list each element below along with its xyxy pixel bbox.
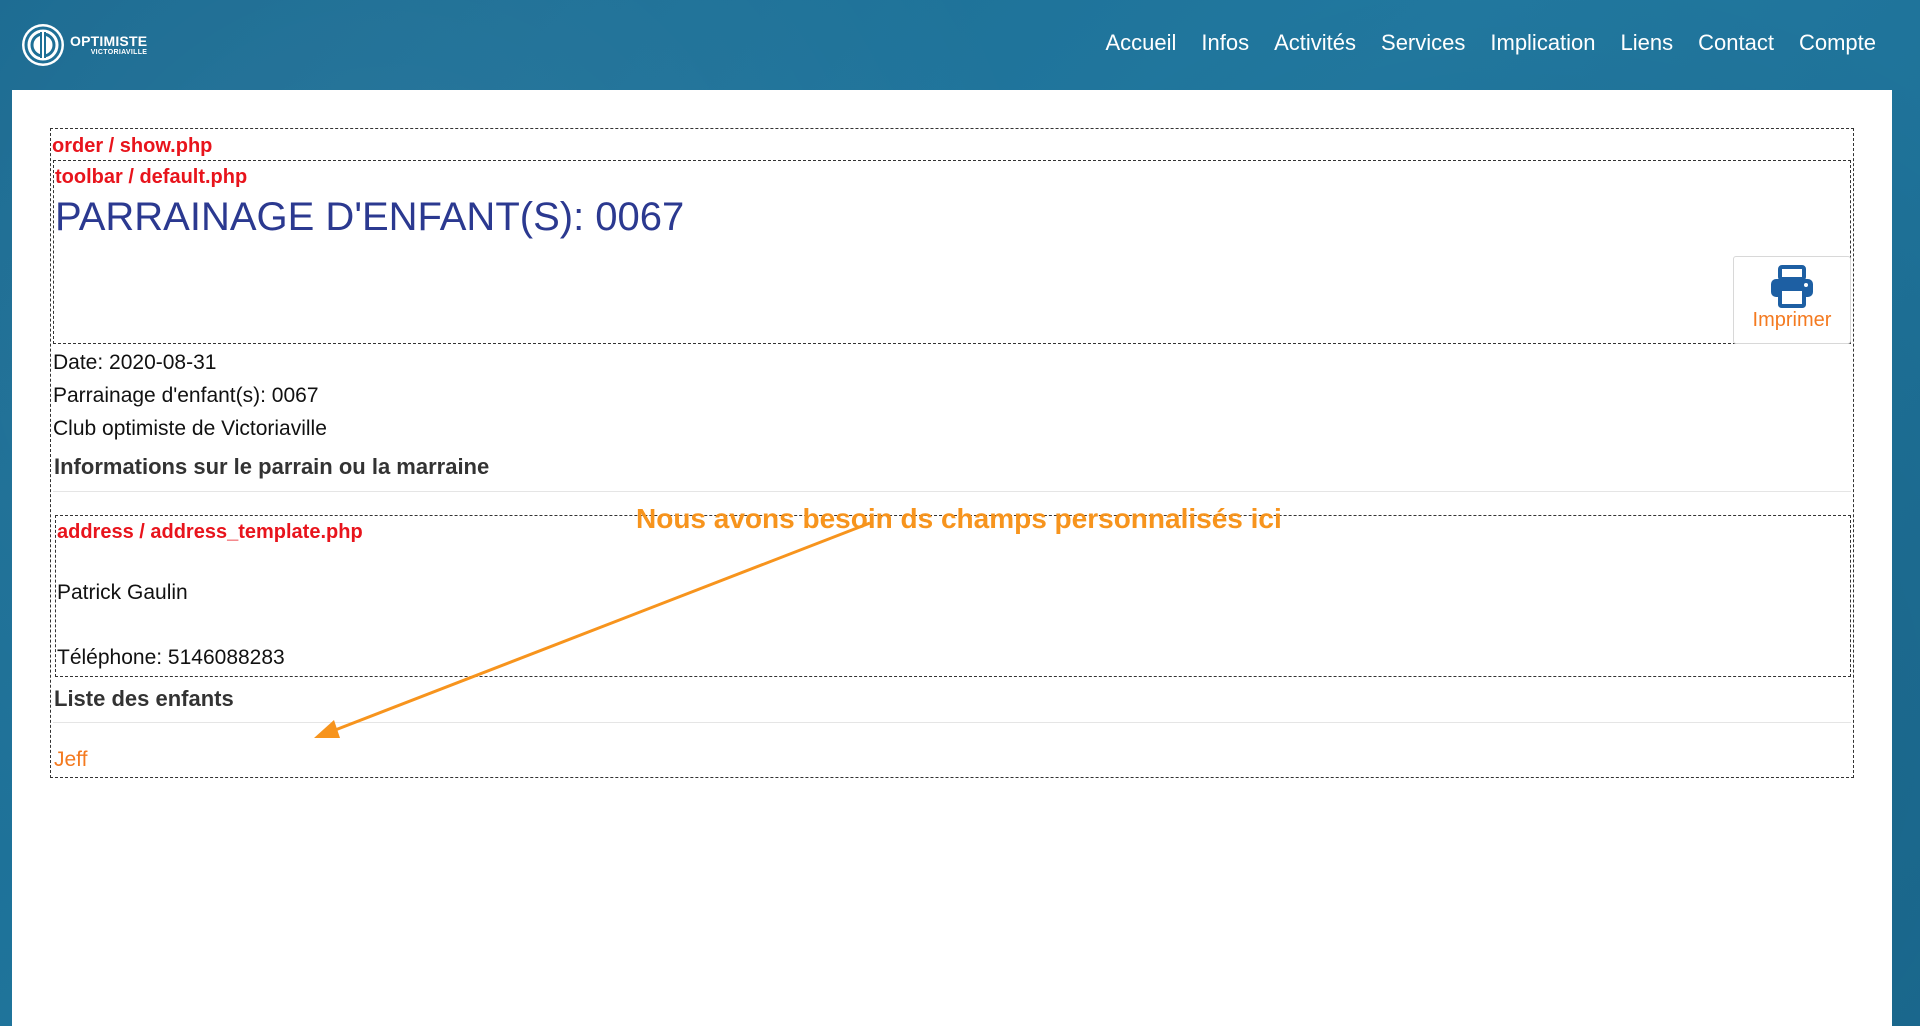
nav-contact[interactable]: Contact	[1698, 30, 1774, 56]
address-template-box: address / address_template.php Patrick G…	[55, 515, 1851, 677]
sponsor-phone: Téléphone: 5146088283	[57, 646, 285, 669]
nav-compte[interactable]: Compte	[1799, 30, 1876, 56]
sponsor-name: Patrick Gaulin	[57, 581, 188, 604]
divider	[53, 722, 1851, 723]
nav-infos[interactable]: Infos	[1201, 30, 1249, 56]
sponsor-heading: Informations sur le parrain ou la marrai…	[54, 454, 490, 479]
order-template-box: order / show.php toolbar / default.php P…	[50, 128, 1854, 778]
optimist-logo-icon	[22, 24, 64, 66]
nav-services[interactable]: Services	[1381, 30, 1465, 56]
nav-liens[interactable]: Liens	[1621, 30, 1674, 56]
debug-address-template: address / address_template.php	[57, 521, 363, 543]
logo-title: OPTIMISTE	[70, 33, 148, 49]
site-header: OPTIMISTE VICTORIAVILLE Accueil Infos Ac…	[0, 0, 1920, 90]
debug-toolbar-template: toolbar / default.php	[55, 166, 248, 188]
main-nav: Accueil Infos Activités Services Implica…	[1080, 30, 1876, 56]
site-logo[interactable]: OPTIMISTE VICTORIAVILLE	[22, 24, 147, 66]
nav-activites[interactable]: Activités	[1274, 30, 1356, 56]
child-link-jeff[interactable]: Jeff	[54, 748, 87, 772]
order-number: Parrainage d'enfant(s): 0067	[53, 384, 319, 407]
nav-implication[interactable]: Implication	[1490, 30, 1595, 56]
children-heading: Liste des enfants	[54, 686, 234, 711]
nav-accueil[interactable]: Accueil	[1105, 30, 1176, 56]
print-button[interactable]: Imprimer	[1733, 256, 1851, 344]
divider	[53, 491, 1851, 492]
printer-icon	[1771, 265, 1813, 308]
logo-subtitle: VICTORIAVILLE	[90, 49, 148, 56]
annotation-text: Nous avons besoin ds champs personnalisé…	[636, 503, 1282, 534]
toolbar-template-box: toolbar / default.php PARRAINAGE D'ENFAN…	[53, 160, 1851, 344]
content-panel: order / show.php toolbar / default.php P…	[12, 90, 1892, 1026]
order-date: Date: 2020-08-31	[53, 351, 217, 374]
print-label: Imprimer	[1752, 309, 1832, 331]
club-name: Club optimiste de Victoriaville	[53, 417, 327, 440]
debug-order-template: order / show.php	[52, 135, 213, 157]
page-title: PARRAINAGE D'ENFANT(S): 0067	[55, 195, 685, 239]
